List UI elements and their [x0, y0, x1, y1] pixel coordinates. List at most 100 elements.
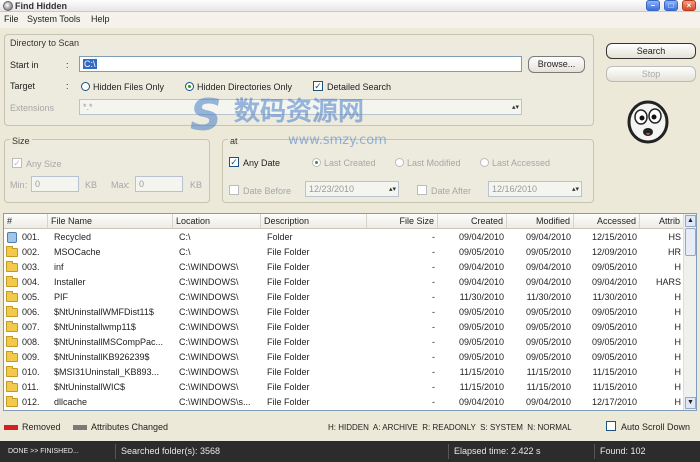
browse-button[interactable]: Browse... — [528, 56, 585, 73]
status-found: Found: 102 — [594, 444, 694, 459]
last-modified-label[interactable]: Last Modified — [407, 158, 461, 168]
cell-accessed: 11/15/2010 — [592, 367, 637, 377]
cell-desc: File Folder — [267, 352, 310, 362]
last-accessed-label[interactable]: Last Accessed — [492, 158, 550, 168]
hidden-directories-only-radio[interactable] — [185, 82, 194, 91]
search-button[interactable]: Search — [606, 43, 696, 59]
start-in-label: Start in — [10, 60, 39, 70]
maximize-button[interactable]: □ — [664, 0, 678, 11]
hidden-files-only-radio[interactable] — [81, 82, 90, 91]
folder-icon — [6, 306, 18, 317]
cell-created: 09/05/2010 — [458, 307, 504, 317]
last-accessed-radio[interactable] — [480, 158, 489, 167]
cell-num: 013. — [22, 410, 48, 411]
table-row[interactable]: 007. $NtUninstallwmp11$ C:\WINDOWS\ File Fo… — [4, 320, 684, 335]
cell-name: Installer — [54, 277, 86, 287]
auto-scroll-checkbox[interactable] — [606, 421, 616, 431]
date-after-input[interactable]: 12/16/2010 ▴▾ — [488, 181, 582, 197]
any-size-checkbox[interactable]: ✓ — [12, 158, 22, 168]
column-header-file-name[interactable]: File Name — [48, 214, 173, 229]
close-button[interactable]: × — [682, 0, 696, 11]
table-row[interactable]: 012. dllcache C:\WINDOWS\s... File Folder - 0… — [4, 395, 684, 410]
menu-help[interactable]: Help — [91, 14, 110, 24]
cell-attrib: HARS — [655, 277, 681, 287]
start-in-input[interactable]: C:\ — [79, 56, 522, 72]
cell-accessed: 11/30/2010 — [592, 292, 637, 302]
detailed-search-checkbox[interactable]: ✓ — [313, 81, 323, 91]
table-row[interactable]: 010. $MSI31Uninstall_KB893... C:\WINDOWS\ F… — [4, 365, 684, 380]
menu-file[interactable]: File — [4, 14, 19, 24]
cell-desc: File Folder — [267, 382, 310, 392]
hidden-directories-only-label[interactable]: Hidden Directories Only — [197, 82, 292, 92]
table-row[interactable]: 011. $NtUninstallWIC$ C:\WINDOWS\ File Fold… — [4, 380, 684, 395]
table-row[interactable]: 004. Installer C:\WINDOWS\ File Folder - 09/0… — [4, 275, 684, 290]
date-after-label[interactable]: Date After — [431, 186, 471, 196]
cell-created: 09/04/2010 — [458, 397, 504, 407]
last-created-radio[interactable] — [312, 158, 321, 167]
column-header-description[interactable]: Description — [261, 214, 367, 229]
last-created-label[interactable]: Last Created — [324, 158, 376, 168]
column-header-modified[interactable]: Modified — [507, 214, 574, 229]
cell-modified: 09/05/2010 — [525, 307, 571, 317]
date-before-input[interactable]: 12/23/2010 ▴▾ — [305, 181, 399, 197]
vertical-scrollbar[interactable]: ▲ ▼ — [683, 214, 696, 410]
cell-created: 09/04/2010 — [458, 232, 504, 242]
hidden-files-only-label[interactable]: Hidden Files Only — [93, 82, 164, 92]
min-size-input[interactable]: 0 — [31, 176, 79, 192]
column-header-file-size[interactable]: File Size — [367, 214, 438, 229]
stop-button[interactable]: Stop — [606, 66, 696, 82]
table-row[interactable]: 005. PIF C:\WINDOWS\ File Folder - 11/30/2010… — [4, 290, 684, 305]
column-header-attrib[interactable]: Attrib — [640, 214, 684, 229]
date-after-value: 12/16/2010 — [492, 184, 538, 194]
table-row[interactable]: 001. Recycled C:\ Folder - 09/04/2010 09/04/20… — [4, 230, 684, 245]
cell-name: $MSI31Uninstall_KB893... — [54, 367, 160, 377]
size-group-label: Size — [10, 136, 32, 146]
start-in-colon: : — [66, 60, 69, 70]
cell-num: 007. — [22, 322, 40, 332]
cell-desc: File Folder — [267, 367, 310, 377]
auto-scroll-label[interactable]: Auto Scroll Down — [621, 422, 690, 432]
column-header-created[interactable]: Created — [438, 214, 507, 229]
cell-attrib: H — [674, 322, 682, 332]
date-before-label[interactable]: Date Before — [243, 186, 291, 196]
cell-name: $NtUninstallWMFDist11$ — [54, 307, 154, 317]
extensions-select[interactable]: *.* ▴▾ — [79, 99, 522, 115]
extensions-label: Extensions — [10, 103, 55, 113]
table-row[interactable]: 013. — [4, 410, 684, 411]
table-row[interactable]: 003. inf C:\WINDOWS\ File Folder - 09/04/2010… — [4, 260, 684, 275]
max-size-input[interactable]: 0 — [135, 176, 183, 192]
scroll-thumb[interactable] — [685, 228, 696, 256]
date-before-value: 12/23/2010 — [309, 184, 355, 194]
menu-system-tools[interactable]: System Tools — [27, 14, 80, 24]
changed-swatch — [73, 425, 87, 430]
column-header-num[interactable]: # — [4, 214, 48, 229]
date-after-checkbox[interactable] — [417, 185, 427, 195]
cell-desc: File Folder — [267, 262, 310, 272]
scroll-down-icon[interactable]: ▼ — [685, 397, 696, 409]
folder-icon — [6, 396, 18, 407]
folder-icon — [6, 261, 18, 272]
minimize-button[interactable]: – — [646, 0, 660, 11]
cell-created: 09/04/2010 — [458, 277, 504, 287]
any-size-label[interactable]: Any Size — [26, 159, 62, 169]
table-row[interactable]: 009. $NtUninstallKB926239$ C:\WINDOWS\ File… — [4, 350, 684, 365]
any-date-label[interactable]: Any Date — [243, 158, 280, 168]
table-row[interactable]: 002. MSOCache C:\ File Folder - 09/05/2010 09/… — [4, 245, 684, 260]
last-modified-radio[interactable] — [395, 158, 404, 167]
column-header-location[interactable]: Location — [173, 214, 261, 229]
extensions-value: *.* — [83, 102, 93, 112]
column-header-accessed[interactable]: Accessed — [574, 214, 640, 229]
cell-location: C:\WINDOWS\s... — [179, 397, 251, 407]
cell-desc: File Folder — [267, 277, 310, 287]
detailed-search-label[interactable]: Detailed Search — [327, 82, 391, 92]
date-before-checkbox[interactable] — [229, 185, 239, 195]
cell-modified: 11/15/2010 — [526, 382, 571, 392]
table-row[interactable]: 008. $NtUninstallMSCompPac... C:\WINDOWS\ F… — [4, 335, 684, 350]
table-row[interactable]: 006. $NtUninstallWMFDist11$ C:\WINDOWS\ Fil… — [4, 305, 684, 320]
cell-created: 09/05/2010 — [458, 247, 504, 257]
cell-attrib: H — [674, 352, 682, 362]
any-date-checkbox[interactable]: ✓ — [229, 157, 239, 167]
scroll-up-icon[interactable]: ▲ — [685, 215, 696, 227]
max-label: Max — [111, 180, 129, 190]
cell-num: 005. — [22, 292, 40, 302]
